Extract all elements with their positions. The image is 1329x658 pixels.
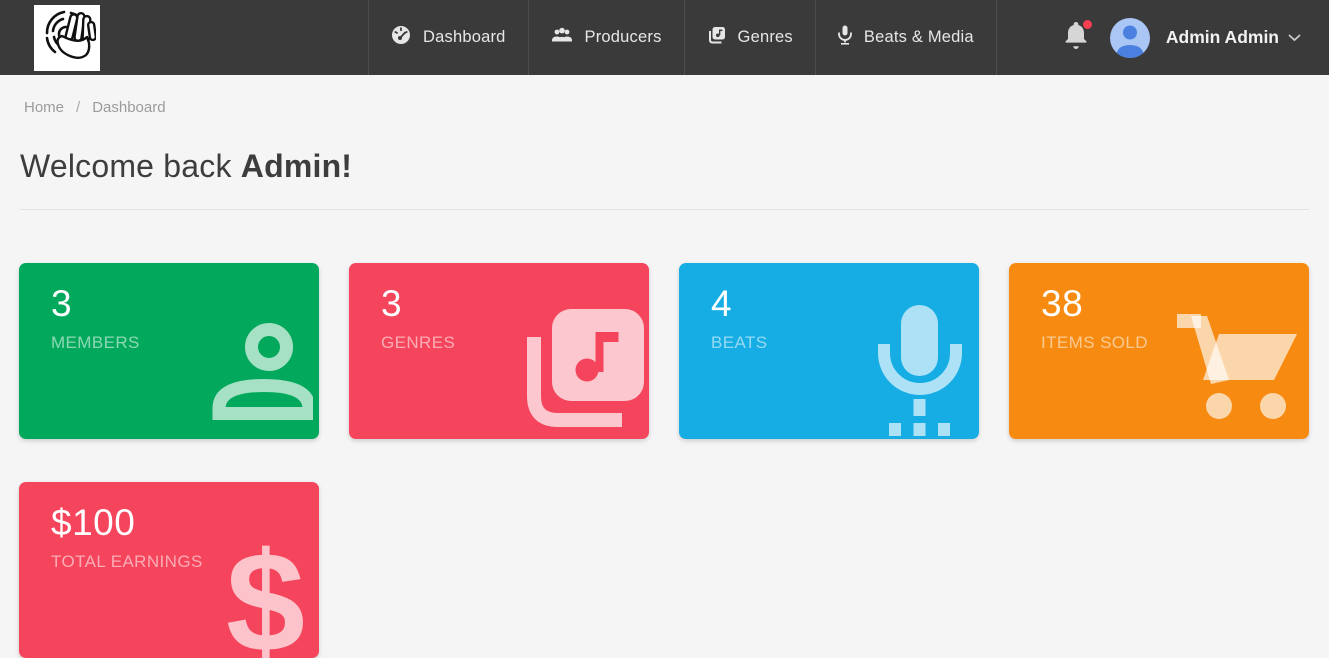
stat-card-members[interactable]: 3 MEMBERS [19,263,319,439]
heading-divider [20,209,1309,210]
avatar-person-icon [1110,18,1150,58]
stat-card-genres[interactable]: 3 GENRES [349,263,649,439]
page-title: Welcome back Admin! [20,148,1309,185]
breadcrumb-home-link[interactable]: Home [24,99,64,116]
app-logo[interactable] [34,5,100,71]
nav-item-beats-media[interactable]: Beats & Media [816,0,997,75]
microphone-icon [877,303,963,439]
main-nav: Dashboard Producers [368,0,997,75]
stat-card-items-sold[interactable]: 38 ITEMS SOLD [1009,263,1309,439]
top-navbar: Dashboard Producers [0,0,1329,75]
welcome-username: Admin! [241,148,352,184]
breadcrumb-separator: / [76,99,80,116]
nav-item-producers[interactable]: Producers [529,0,685,75]
nav-item-genres[interactable]: Genres [685,0,816,75]
chevron-down-icon[interactable] [1288,34,1301,42]
dollar-icon: $ [226,532,305,658]
stat-card-total-earnings[interactable]: $100 TOTAL EARNINGS $ [19,482,319,658]
breadcrumb-current: Dashboard [92,99,165,116]
bell-icon [1064,36,1088,53]
dj-hand-vinyl-logo-icon [38,6,96,69]
nav-item-dashboard[interactable]: Dashboard [369,0,529,75]
breadcrumb: Home / Dashboard [0,75,1329,116]
unread-notification-dot [1083,20,1092,29]
navbar-right-cluster: Admin Admin [1064,18,1301,58]
member-person-icon [211,320,313,425]
nav-label: Producers [585,28,662,47]
welcome-prefix: Welcome back [20,148,241,184]
music-library-icon [707,26,726,50]
nav-label: Beats & Media [864,28,974,47]
music-library-icon [526,307,645,433]
user-menu-name[interactable]: Admin Admin [1166,27,1279,48]
nav-label: Genres [738,28,793,47]
stat-card-beats[interactable]: 4 BEATS [679,263,979,439]
nav-label: Dashboard [423,28,506,47]
notifications-button[interactable] [1064,22,1088,54]
user-avatar[interactable] [1110,18,1150,58]
shopping-cart-icon [1177,310,1299,427]
stats-grid: 3 MEMBERS 3 GENRES [0,263,1329,658]
gauge-icon [391,25,411,50]
users-icon [551,26,573,49]
microphone-icon [838,25,852,50]
